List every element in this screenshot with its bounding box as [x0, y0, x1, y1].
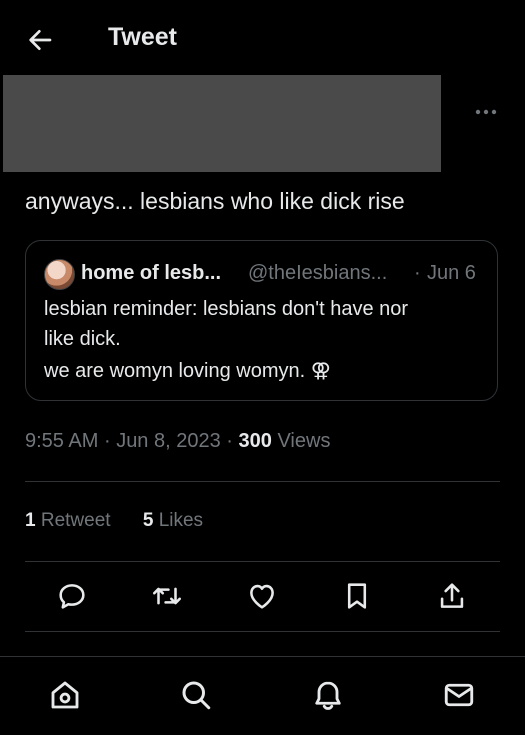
- nav-home[interactable]: [47, 677, 83, 713]
- tweet-date[interactable]: Jun 8, 2023: [116, 430, 221, 452]
- retweet-button[interactable]: [150, 579, 184, 613]
- bookmark-icon: [347, 583, 367, 609]
- like-icon: [250, 584, 274, 609]
- quote-text-line: like dick.: [44, 328, 121, 350]
- meta-separator: ·: [226, 430, 233, 452]
- share-icon: [440, 583, 464, 608]
- tweet-text: anyways... lesbians who like dick rise: [25, 188, 405, 214]
- like-button[interactable]: [245, 579, 279, 613]
- quote-text-line: lesbian reminder: lesbians don't have no…: [44, 298, 409, 320]
- bookmark-button[interactable]: [340, 579, 374, 613]
- divider: [25, 631, 500, 632]
- reply-icon: [59, 584, 85, 609]
- notifications-icon: [315, 681, 341, 710]
- nav-messages[interactable]: [441, 677, 477, 713]
- quote-separator: ·: [414, 262, 421, 284]
- bottom-navigation: [0, 656, 525, 735]
- nav-notifications[interactable]: [310, 677, 346, 713]
- views-label: Views: [277, 430, 331, 452]
- share-button[interactable]: [435, 579, 469, 613]
- header: Tweet: [0, 0, 525, 78]
- back-button[interactable]: [24, 24, 56, 56]
- reply-button[interactable]: [55, 579, 89, 613]
- divider: [25, 561, 500, 562]
- divider: [25, 481, 500, 482]
- likes-count: 5: [142, 510, 154, 531]
- retweets-count: 1: [25, 510, 36, 531]
- more-horizontal-icon: [475, 109, 497, 115]
- redacted-author-block: [3, 75, 441, 172]
- meta-separator: ·: [103, 430, 111, 452]
- arrow-left-icon: [29, 30, 52, 50]
- quote-text-line: we are womyn loving womyn. ⚢: [44, 360, 331, 382]
- engagement-stats: 1 Retweet 5 Likes: [25, 510, 230, 532]
- nav-search[interactable]: [178, 677, 214, 713]
- quote-date: Jun 6: [427, 262, 476, 284]
- home-icon: [51, 681, 79, 709]
- quoted-tweet-card[interactable]: home of lesb... @theIesbians... · Jun 6 …: [25, 240, 498, 401]
- views-count: 300: [238, 430, 272, 452]
- page-title: Tweet: [108, 23, 177, 51]
- tweet-time[interactable]: 9:55 AM: [25, 430, 98, 452]
- tweet-meta: 9:55 AM · Jun 8, 2023 · 300 Views: [25, 430, 330, 453]
- more-options-button[interactable]: [472, 100, 500, 124]
- quote-author-name: home of lesb...: [81, 262, 222, 284]
- retweets-stat[interactable]: 1 Retweet: [25, 510, 111, 532]
- retweets-label: Retweet: [40, 510, 111, 531]
- retweet-icon: [152, 587, 182, 605]
- avatar: [44, 259, 75, 290]
- likes-label: Likes: [158, 510, 204, 531]
- messages-icon: [444, 683, 474, 707]
- search-icon: [182, 681, 211, 710]
- quote-author-handle: @theIesbians...: [248, 262, 388, 284]
- likes-stat[interactable]: 5 Likes: [143, 510, 203, 532]
